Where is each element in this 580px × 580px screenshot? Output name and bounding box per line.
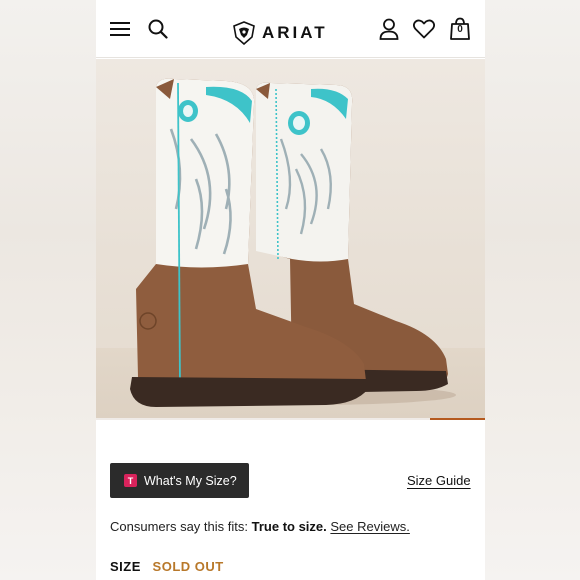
brand-logo[interactable]: ARIAT <box>232 20 328 46</box>
fit-summary: Consumers say this fits: True to size. S… <box>110 519 410 534</box>
fit-summary-value: True to size. <box>251 519 327 534</box>
boots-illustration <box>130 78 456 407</box>
wishlist-heart-icon[interactable] <box>412 0 436 58</box>
shopping-bag-icon[interactable]: 0 <box>448 0 472 58</box>
size-label: SIZE <box>110 559 141 574</box>
product-page: ARIAT 0 T What's My Size? Size Guide Con… <box>96 0 485 580</box>
brand-emblem-icon <box>233 21 255 45</box>
carousel-indicator[interactable] <box>430 418 485 420</box>
true-fit-badge-icon: T <box>124 474 137 487</box>
size-row: SIZE SOLD OUT <box>110 559 224 574</box>
background-gutter-right <box>484 0 580 580</box>
whats-my-size-label: What's My Size? <box>144 473 237 488</box>
size-guide-link[interactable]: Size Guide <box>407 473 471 488</box>
account-icon[interactable] <box>377 0 401 58</box>
bag-count-badge: 0 <box>457 24 463 35</box>
site-header: ARIAT 0 <box>96 0 485 58</box>
see-reviews-link[interactable]: See Reviews. <box>330 519 409 534</box>
product-image[interactable] <box>96 59 485 418</box>
sold-out-status: SOLD OUT <box>152 559 224 574</box>
whats-my-size-button[interactable]: T What's My Size? <box>110 463 249 498</box>
search-icon[interactable] <box>146 0 170 58</box>
menu-icon[interactable] <box>108 0 132 58</box>
brand-name: ARIAT <box>262 23 328 42</box>
carousel-track <box>96 418 485 420</box>
background-gutter-left <box>0 0 96 580</box>
fit-summary-prefix: Consumers say this fits: <box>110 519 248 534</box>
